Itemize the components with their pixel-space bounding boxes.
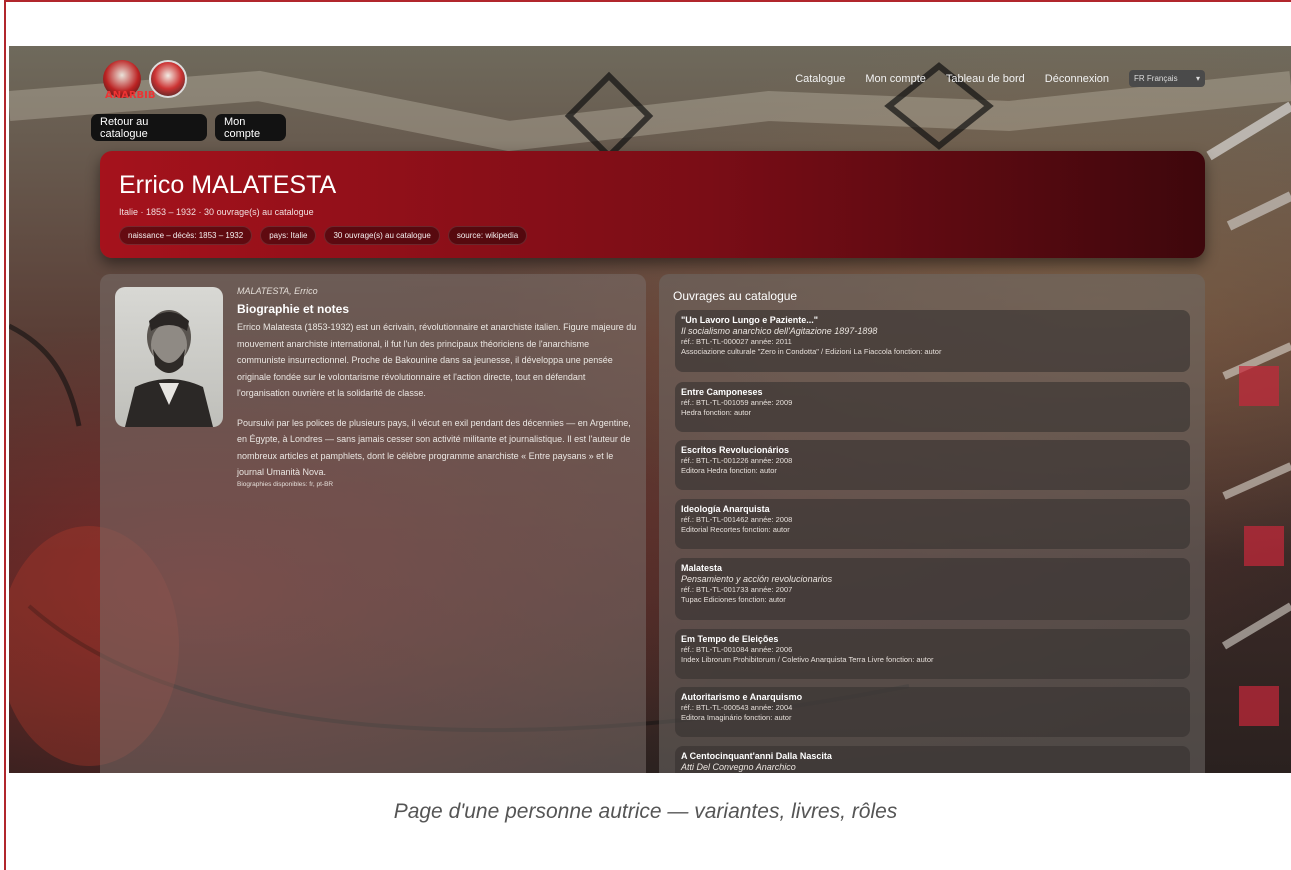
name-variant: MALATESTA, Errico (237, 286, 318, 296)
works-panel: Ouvrages au catalogue "Un Lavoro Lungo e… (659, 274, 1205, 773)
work-item[interactable]: Em Tempo de Eleições réf.: BTL-TL-001084… (675, 629, 1190, 679)
partner-logo[interactable] (149, 60, 187, 98)
work-reference: réf.: BTL-TL-001059 année: 2009 (681, 398, 793, 407)
top-navigation: Catalogue Mon compte Tableau de bord Déc… (795, 70, 1205, 87)
work-subtitle: Il socialismo anarchico dell'Agitazione … (681, 326, 878, 336)
author-subtitle: Italie · 1853 – 1932 · 30 ouvrage(s) au … (119, 207, 314, 217)
chip-source: source: wikipedia (447, 226, 528, 245)
work-subtitle: Pensamiento y acción revolucionarios (681, 574, 833, 584)
author-name: Errico MALATESTA (119, 171, 337, 199)
author-header: Errico MALATESTA Italie · 1853 – 1932 · … (100, 151, 1205, 258)
work-subtitle: Atti Del Convegno Anarchico (681, 762, 796, 772)
my-account-button[interactable]: Mon compte (215, 114, 286, 141)
app-screenshot: ANARBIB Catalogue Mon compte Tableau de … (9, 46, 1291, 773)
screenshot-caption: Page d'une personne autrice — variantes,… (393, 800, 898, 823)
nav-tableau-de-bord[interactable]: Tableau de bord (946, 73, 1025, 85)
biography-paragraph-2: Poursuivi par les polices de plusieurs p… (237, 417, 631, 478)
work-title: Autoritarismo e Anarquismo (681, 692, 803, 702)
work-publisher: Editora Imaginário fonction: autor (681, 713, 792, 722)
work-publisher: Tupac Ediciones fonction: autor (681, 595, 786, 604)
nav-catalogue[interactable]: Catalogue (795, 73, 845, 85)
work-title: A Centocinquant'anni Dalla Nascita (681, 751, 832, 761)
chip-works-count: 30 ouvrage(s) au catalogue (324, 226, 440, 245)
biography-paragraph-1: Errico Malatesta (1853-1932) est un écri… (237, 322, 637, 398)
work-publisher: Index Librorum Prohibitorum / Coletivo A… (681, 655, 934, 664)
work-publisher: Hedra fonction: autor (681, 408, 752, 417)
work-publisher: Editorial Recortes fonction: autor (681, 525, 790, 534)
work-item[interactable]: Entre Camponeses réf.: BTL-TL-001059 ann… (675, 382, 1190, 432)
chip-lifespan: naissance – décès: 1853 – 1932 (119, 226, 253, 245)
nav-mon-compte[interactable]: Mon compte (865, 73, 926, 85)
works-title: Ouvrages au catalogue (673, 289, 798, 303)
work-publisher: Associazione culturale "Zero in Condotta… (681, 347, 942, 356)
work-publisher: Editora Hedra fonction: autor (681, 466, 777, 475)
work-reference: réf.: BTL-TL-000027 année: 2011 (681, 337, 792, 346)
work-reference: réf.: BTL-TL-001084 année: 2006 (681, 645, 793, 654)
available-biographies: Biographies disponibles: fr, pt-BR (237, 480, 334, 488)
biography-text: MALATESTA, Errico Biographie et notes Er… (237, 286, 637, 488)
work-title: Em Tempo de Eleições (681, 634, 779, 644)
work-reference: réf.: BTL-TL-001226 année: 2008 (681, 456, 793, 465)
language-select-value: FR Français (1134, 74, 1178, 83)
work-title: Ideología Anarquista (681, 504, 770, 514)
work-item[interactable]: Autoritarismo e Anarquismo réf.: BTL-TL-… (675, 687, 1190, 737)
work-item[interactable]: A Centocinquant'anni Dalla Nascita Atti … (675, 746, 1190, 773)
language-select[interactable]: FR Français ▾ (1129, 70, 1205, 87)
frame-border-top (4, 0, 1291, 2)
work-item[interactable]: Escritos Revolucionários réf.: BTL-TL-00… (675, 440, 1190, 490)
work-reference: réf.: BTL-TL-001733 année: 2007 (681, 585, 793, 594)
work-title: Escritos Revolucionários (681, 445, 790, 455)
work-title: "Un Lavoro Lungo e Paziente..." (681, 315, 819, 325)
author-chips: naissance – décès: 1853 – 1932 pays: Ita… (119, 226, 528, 245)
work-reference: réf.: BTL-TL-001462 année: 2008 (681, 515, 793, 524)
frame-border-left (4, 0, 6, 870)
work-item[interactable]: Ideología Anarquista réf.: BTL-TL-001462… (675, 499, 1190, 549)
biography-panel: MALATESTA, Errico Biographie et notes Er… (100, 274, 646, 773)
work-title: Malatesta (681, 563, 723, 573)
back-to-catalogue-button[interactable]: Retour au catalogue (91, 114, 207, 141)
work-item[interactable]: "Un Lavoro Lungo e Paziente..." Il socia… (675, 310, 1190, 372)
chevron-down-icon: ▾ (1195, 74, 1200, 83)
work-item[interactable]: Malatesta Pensamiento y acción revolucio… (675, 558, 1190, 620)
nav-deconnexion[interactable]: Déconnexion (1045, 73, 1109, 85)
chip-country: pays: Italie (260, 226, 317, 245)
biography-title: Biographie et notes (237, 302, 350, 316)
anarbib-logo-text: ANARBIB (105, 90, 156, 101)
work-title: Entre Camponeses (681, 387, 763, 397)
work-reference: réf.: BTL-TL-000543 année: 2004 (681, 703, 793, 712)
author-portrait (115, 287, 223, 427)
